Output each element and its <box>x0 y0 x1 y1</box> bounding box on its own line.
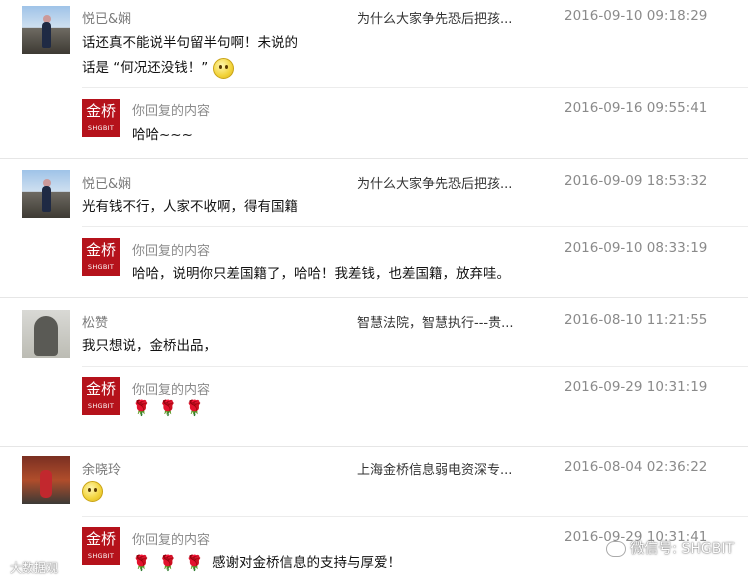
avatar[interactable] <box>22 456 70 504</box>
watermark-left: 大数据观 <box>10 561 59 575</box>
reply-text: 哈哈，说明你只差国籍了，哈哈！我差钱，也差国籍，放弃哇。 <box>132 266 510 282</box>
reply-logo: 金桥 SHGBIT <box>82 527 120 565</box>
comment-divider <box>0 297 748 298</box>
reply-text: 🌹 🌹 🌹 感谢对金桥信息的支持与厚爱！ <box>132 554 402 572</box>
comment-user[interactable]: 松赞 <box>82 312 108 331</box>
comment-text-line1 <box>82 481 103 502</box>
comment-article-link[interactable]: 为什么大家争先恐后把孩... <box>357 8 512 27</box>
comment-article-link[interactable]: 为什么大家争先恐后把孩... <box>357 173 512 192</box>
smiley-icon <box>82 481 103 502</box>
reply-roses: 🌹 🌹 🌹 <box>132 399 212 417</box>
comment-time: 2016-09-09 18:53:32 <box>564 173 708 189</box>
rose-icon: 🌹 <box>158 554 178 572</box>
divider <box>82 366 748 367</box>
comment-time: 2016-08-10 11:21:55 <box>564 312 708 328</box>
comment-divider <box>0 446 748 447</box>
rose-icon: 🌹 <box>132 554 151 572</box>
comment-time: 2016-08-04 02:36:22 <box>564 459 708 475</box>
rose-icon: 🌹 <box>185 399 205 417</box>
wechat-icon <box>606 541 627 557</box>
comment-time: 2016-09-10 09:18:29 <box>564 8 708 24</box>
reply-time: 2016-09-10 08:33:19 <box>564 240 708 256</box>
reply-label: 你回复的内容 <box>132 244 211 259</box>
comment-divider <box>0 158 748 159</box>
rose-icon: 🌹 <box>132 399 151 417</box>
reply-time: 2016-09-29 10:31:19 <box>564 379 708 395</box>
comment-text-line1: 话还真不能说半句留半句啊！未说的 <box>82 35 298 51</box>
comment-user[interactable]: 悦已&娴 <box>82 8 131 27</box>
comment-article-link[interactable]: 智慧法院，智慧执行---贵... <box>357 312 513 331</box>
reply-logo: 金桥 SHGBIT <box>82 99 120 137</box>
comment-text-line2: 话是 “何况还没钱！” <box>82 56 234 79</box>
reply-logo: 金桥 SHGBIT <box>82 377 120 415</box>
avatar[interactable] <box>22 6 70 54</box>
comment-text-line1: 我只想说，金桥出品， <box>82 338 217 354</box>
divider <box>82 87 748 88</box>
watermark-right: 微信号: SHGBIT <box>606 538 734 558</box>
rose-icon: 🌹 <box>158 399 178 417</box>
avatar[interactable] <box>22 310 70 358</box>
smiley-icon <box>212 57 234 79</box>
reply-logo: 金桥 SHGBIT <box>82 238 120 276</box>
divider <box>82 516 748 517</box>
reply-time: 2016-09-16 09:55:41 <box>564 100 708 116</box>
divider <box>82 226 748 227</box>
rose-icon: 🌹 <box>185 554 205 572</box>
avatar[interactable] <box>22 170 70 218</box>
comment-user[interactable]: 余晓玲 <box>82 459 121 478</box>
comment-article-link[interactable]: 上海金桥信息弱电资深专... <box>357 459 512 478</box>
reply-label: 你回复的内容 <box>132 533 211 548</box>
reply-text: 哈哈~~~ <box>132 127 193 143</box>
reply-label: 你回复的内容 <box>132 104 211 119</box>
reply-label: 你回复的内容 <box>132 383 211 398</box>
comment-text-line1: 光有钱不行，人家不收啊，得有国籍 <box>82 199 298 215</box>
comment-user[interactable]: 悦已&娴 <box>82 173 131 192</box>
